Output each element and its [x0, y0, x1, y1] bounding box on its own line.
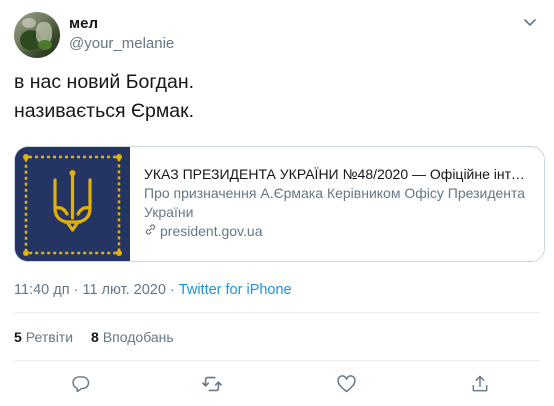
retweets-stat[interactable]: 5 Ретвіти: [14, 329, 73, 345]
avatar[interactable]: [14, 12, 60, 58]
chevron-down-icon[interactable]: [520, 12, 540, 32]
card-image: [15, 147, 130, 261]
divider: [14, 312, 540, 313]
tweet-text-line: називається Єрмак.: [14, 100, 195, 122]
likes-count: 8: [91, 329, 99, 345]
tweet-header: мел @your_melanie: [14, 12, 540, 58]
card-domain: president.gov.ua: [144, 222, 544, 241]
tweet-time[interactable]: 11:40 дп: [14, 282, 70, 298]
likes-stat[interactable]: 8 Вподобань: [91, 329, 174, 345]
card-title: УКАЗ ПРЕЗИДЕНТА УКРАЇНИ №48/2020 — Офіці…: [144, 166, 532, 182]
user-handle[interactable]: @your_melanie: [69, 35, 174, 52]
link-card[interactable]: УКАЗ ПРЕЗИДЕНТА УКРАЇНИ №48/2020 — Офіці…: [14, 146, 545, 262]
retweet-icon[interactable]: [200, 372, 224, 396]
tweet-source-link[interactable]: Twitter for iPhone: [179, 282, 292, 298]
card-description: Про призначення А.Єрмака Керівником Офіс…: [144, 185, 526, 220]
retweets-label: Ретвіти: [25, 329, 74, 345]
heart-icon[interactable]: [334, 372, 358, 396]
card-body: УКАЗ ПРЕЗИДЕНТА УКРАЇНИ №48/2020 — Офіці…: [130, 147, 544, 261]
card-domain-text: president.gov.ua: [160, 223, 263, 239]
meta-separator: ·: [69, 282, 83, 298]
link-icon: [144, 222, 160, 241]
reply-icon[interactable]: [69, 372, 93, 396]
likes-label: Вподобань: [102, 329, 174, 345]
tweet-meta: 11:40 дп · 11 лют. 2020 · Twitter for iP…: [14, 282, 292, 298]
share-icon[interactable]: [468, 372, 492, 396]
retweets-count: 5: [14, 329, 22, 345]
divider: [14, 360, 540, 361]
tweet-date[interactable]: 11 лют. 2020: [82, 282, 165, 298]
meta-separator: ·: [165, 282, 179, 298]
trident-emblem-icon: [15, 147, 130, 261]
tweet-stats: 5 Ретвіти 8 Вподобань: [14, 329, 174, 345]
user-name[interactable]: мел: [69, 15, 98, 32]
tweet-text: в нас новий Богдан. називається Єрмак.: [14, 68, 534, 126]
tweet-text-line: в нас новий Богдан.: [14, 71, 195, 93]
tweet-actions: [0, 372, 554, 396]
